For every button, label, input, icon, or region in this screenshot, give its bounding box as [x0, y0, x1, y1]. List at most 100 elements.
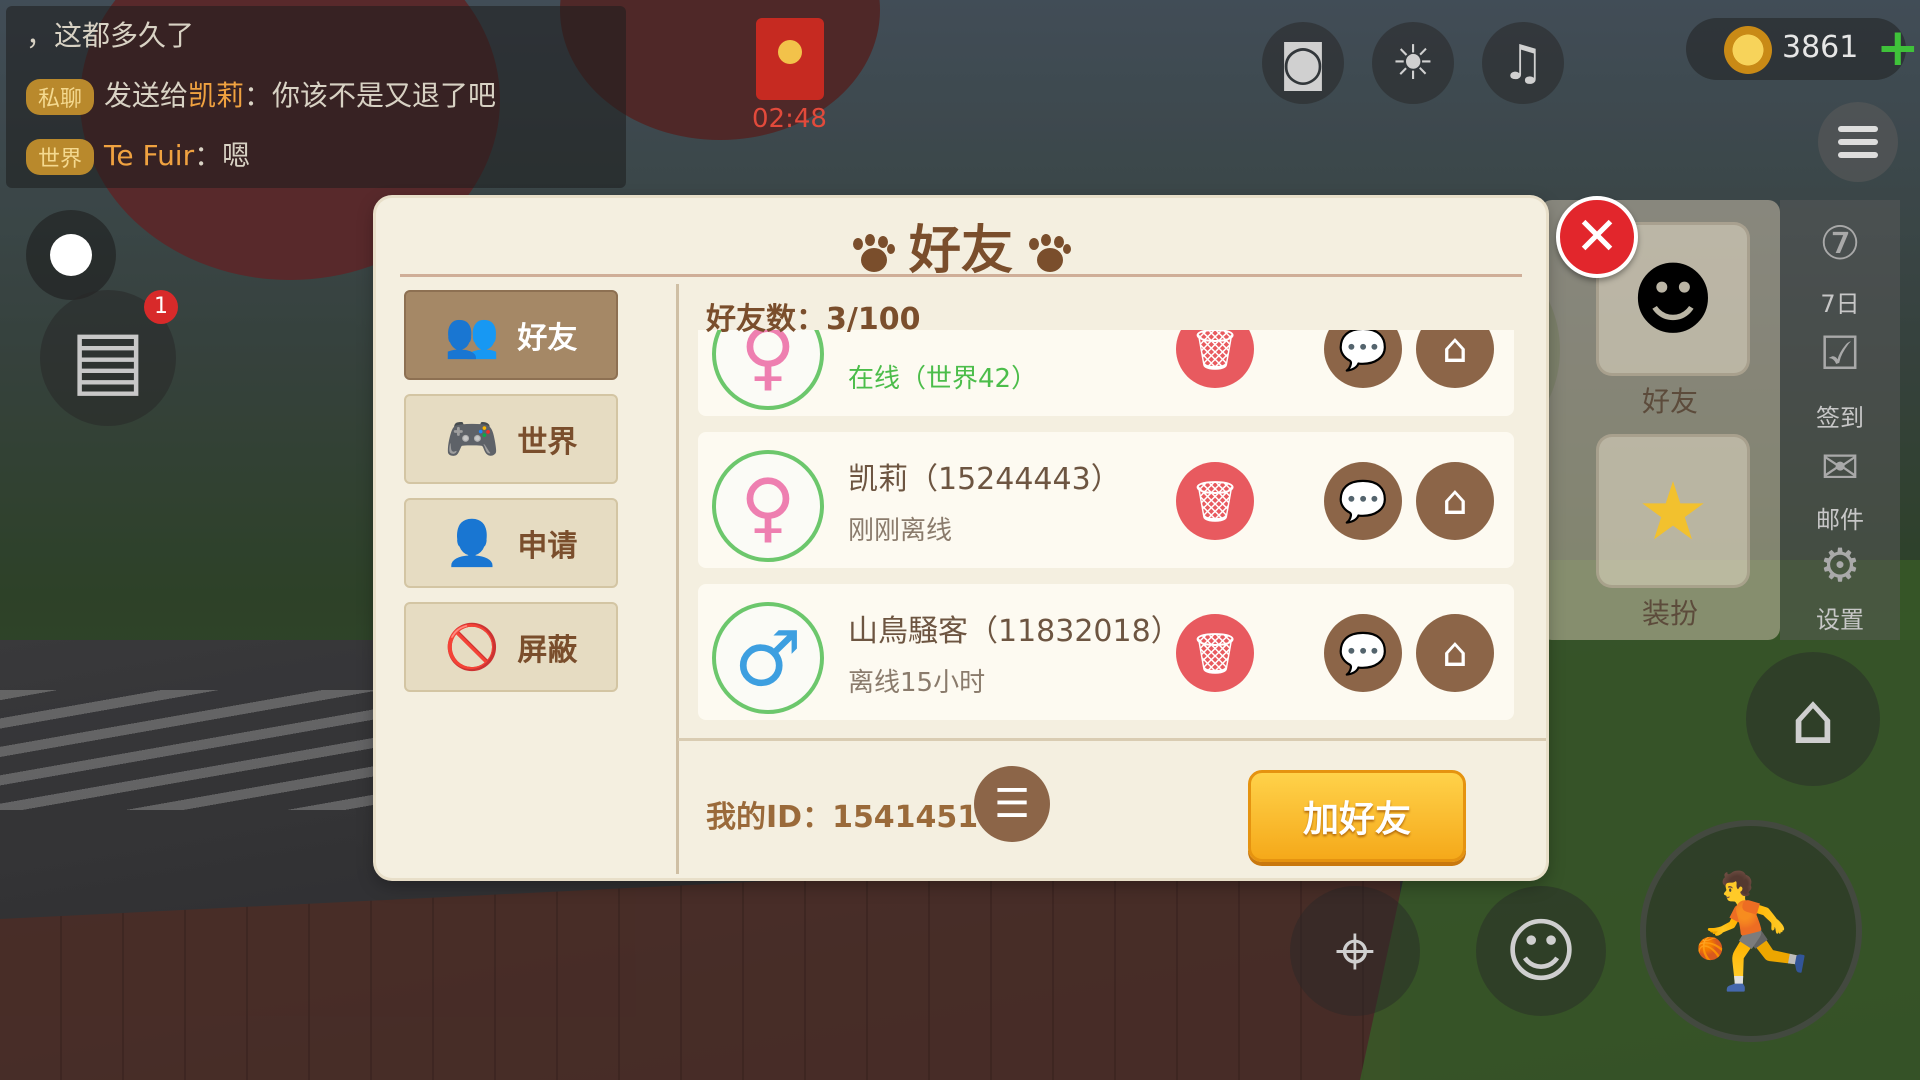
- copy-icon: ☰: [994, 781, 1030, 827]
- music-button[interactable]: ♫: [1482, 22, 1564, 104]
- joystick-dot[interactable]: [26, 210, 116, 300]
- chat-friend-button[interactable]: 💬: [1324, 462, 1402, 540]
- chat-player-name[interactable]: 凯莉: [188, 79, 244, 112]
- friend-row[interactable]: ♂ 山鳥騒客（11832018） 离线15小时 🗑 💬 ⌂: [698, 584, 1514, 720]
- settings-label: 设置: [1816, 606, 1864, 634]
- trash-icon: 🗑: [1189, 630, 1241, 677]
- cat-face-icon: ☺: [1504, 910, 1578, 992]
- tab-label: 申请: [517, 529, 578, 564]
- friends-dialog: 好友 👥 好友 🎮 世界 👤 申请 🚫 屏蔽 ♀ 在线（世界42） 🗑 💬 ⌂ …: [376, 198, 1546, 878]
- friend-list[interactable]: ♀ 在线（世界42） 🗑 💬 ⌂ ♀ 凯莉（15244443） 刚刚离线 🗑 💬…: [692, 330, 1532, 730]
- jump-button[interactable]: ⛹: [1640, 820, 1862, 1042]
- friends-icon: 👥: [444, 310, 500, 361]
- delete-friend-button[interactable]: 🗑: [1176, 330, 1254, 388]
- friend-name: 凯莉（15244443）: [848, 462, 1121, 497]
- event-timer: 02:48: [752, 104, 827, 134]
- coin-amount: 3861: [1782, 30, 1859, 65]
- trash-icon: 🗑: [1189, 330, 1241, 373]
- vertical-divider: [676, 284, 679, 874]
- speech-bubble-icon: 💬: [1338, 330, 1388, 373]
- tab-friends[interactable]: 👥 好友: [404, 290, 618, 380]
- friend-status: 刚刚离线: [848, 516, 953, 546]
- friend-count: 好友数：3/100: [706, 302, 921, 337]
- camera-button[interactable]: ◙: [1262, 22, 1344, 104]
- tab-label: 世界: [517, 425, 578, 460]
- map-button[interactable]: ⌖: [1290, 886, 1420, 1016]
- chat-box[interactable]: ，这都多久了 私聊 发送给凯莉：你该不是又退了吧 世界 Te Fuir：嗯: [6, 6, 626, 188]
- speech-bubble-icon: 💬: [1338, 478, 1388, 525]
- sun-icon: ☀: [1391, 35, 1435, 91]
- female-symbol-icon: ♀: [712, 450, 824, 562]
- visit-friend-button[interactable]: ⌂: [1416, 614, 1494, 692]
- tab-label: 屏蔽: [517, 633, 578, 668]
- seven-day-icon[interactable]: ⑦: [1810, 216, 1870, 270]
- tab-blocked[interactable]: 🚫 屏蔽: [404, 602, 618, 692]
- mail-icon[interactable]: ✉: [1810, 440, 1870, 494]
- close-icon: ✕: [1575, 207, 1619, 267]
- main-menu-button[interactable]: [1818, 102, 1898, 182]
- my-id: 我的ID：15414518: [706, 800, 1000, 835]
- coin-icon: [1724, 26, 1772, 74]
- settings-gear-icon[interactable]: ⚙: [1810, 538, 1870, 592]
- delete-friend-button[interactable]: 🗑: [1176, 614, 1254, 692]
- paw-icon: [1027, 234, 1071, 274]
- chat-text: 发送给: [104, 79, 189, 112]
- private-chat-tag: 私聊: [26, 79, 95, 115]
- dialog-title: 好友: [376, 208, 1546, 283]
- male-symbol-icon: ♂: [712, 602, 824, 714]
- add-coins-button[interactable]: +: [1876, 18, 1920, 78]
- friend-status: 在线（世界42）: [848, 364, 1038, 394]
- dialog-title-text: 好友: [908, 221, 1013, 281]
- document-clock-icon: ▤: [70, 311, 146, 405]
- footer-divider: [678, 738, 1546, 741]
- female-symbol-icon: ♀: [712, 330, 824, 410]
- world-chat-tag: 世界: [26, 139, 95, 175]
- cat-backpack-icon: ⌂: [1790, 678, 1836, 760]
- chat-message: 私聊 发送给凯莉：你该不是又退了吧: [26, 74, 496, 115]
- chat-friend-button[interactable]: 💬: [1324, 330, 1402, 388]
- copy-id-button[interactable]: ☰: [974, 766, 1050, 842]
- checkin-icon[interactable]: ☑: [1810, 326, 1870, 380]
- speech-bubble-icon: 💬: [1338, 630, 1388, 677]
- visit-friend-button[interactable]: ⌂: [1416, 330, 1494, 388]
- mail-label: 邮件: [1816, 506, 1864, 534]
- backpack-button[interactable]: ⌂: [1746, 652, 1880, 786]
- friend-row[interactable]: ♀ 凯莉（15244443） 刚刚离线 🗑 💬 ⌂: [698, 432, 1514, 568]
- tab-world[interactable]: 🎮 世界: [404, 394, 618, 484]
- emote-button[interactable]: ☺: [1476, 886, 1606, 1016]
- door-icon: ⌂: [1442, 330, 1468, 372]
- chat-friend-button[interactable]: 💬: [1324, 614, 1402, 692]
- friend-status: 离线15小时: [848, 668, 986, 698]
- add-user-icon: 👤: [444, 518, 500, 569]
- friends-figure-icon: ☻: [1631, 252, 1715, 346]
- dressup-feature-label: 装扮: [1641, 597, 1698, 630]
- title-divider: [400, 274, 1522, 277]
- chat-text: ，这都多久了: [26, 19, 195, 52]
- seven-day-label: 7日: [1820, 290, 1860, 318]
- music-note-icon: ♫: [1501, 35, 1545, 91]
- brightness-button[interactable]: ☀: [1372, 22, 1454, 104]
- jumping-figure-icon: ⛹: [1682, 866, 1820, 995]
- tab-label: 好友: [517, 321, 578, 356]
- delete-friend-button[interactable]: 🗑: [1176, 462, 1254, 540]
- friend-row[interactable]: ♀ 在线（世界42） 🗑 💬 ⌂: [698, 330, 1514, 416]
- close-dialog-button[interactable]: ✕: [1556, 196, 1638, 278]
- chat-message: 世界 Te Fuir：嗯: [26, 134, 250, 175]
- dressup-feature-button[interactable]: ★: [1596, 434, 1750, 588]
- friend-name: 山鳥騒客（11832018）: [848, 614, 1181, 649]
- door-icon: ⌂: [1442, 630, 1468, 676]
- chat-player-name[interactable]: Te Fuir: [104, 139, 194, 172]
- notification-badge: 1: [144, 290, 178, 324]
- gamepad-icon: 🎮: [444, 414, 500, 465]
- friends-feature-label: 好友: [1641, 385, 1698, 418]
- map-icon: ⌖: [1335, 909, 1375, 992]
- paw-icon: [851, 234, 895, 274]
- add-friend-button[interactable]: 加好友: [1248, 770, 1466, 862]
- red-envelope-icon[interactable]: [756, 18, 824, 100]
- checkin-label: 签到: [1816, 404, 1864, 432]
- tab-requests[interactable]: 👤 申请: [404, 498, 618, 588]
- star-wand-icon: ★: [1637, 464, 1709, 558]
- visit-friend-button[interactable]: ⌂: [1416, 462, 1494, 540]
- chat-text: ：嗯: [194, 139, 251, 172]
- chat-text: ：你该不是又退了吧: [244, 79, 497, 112]
